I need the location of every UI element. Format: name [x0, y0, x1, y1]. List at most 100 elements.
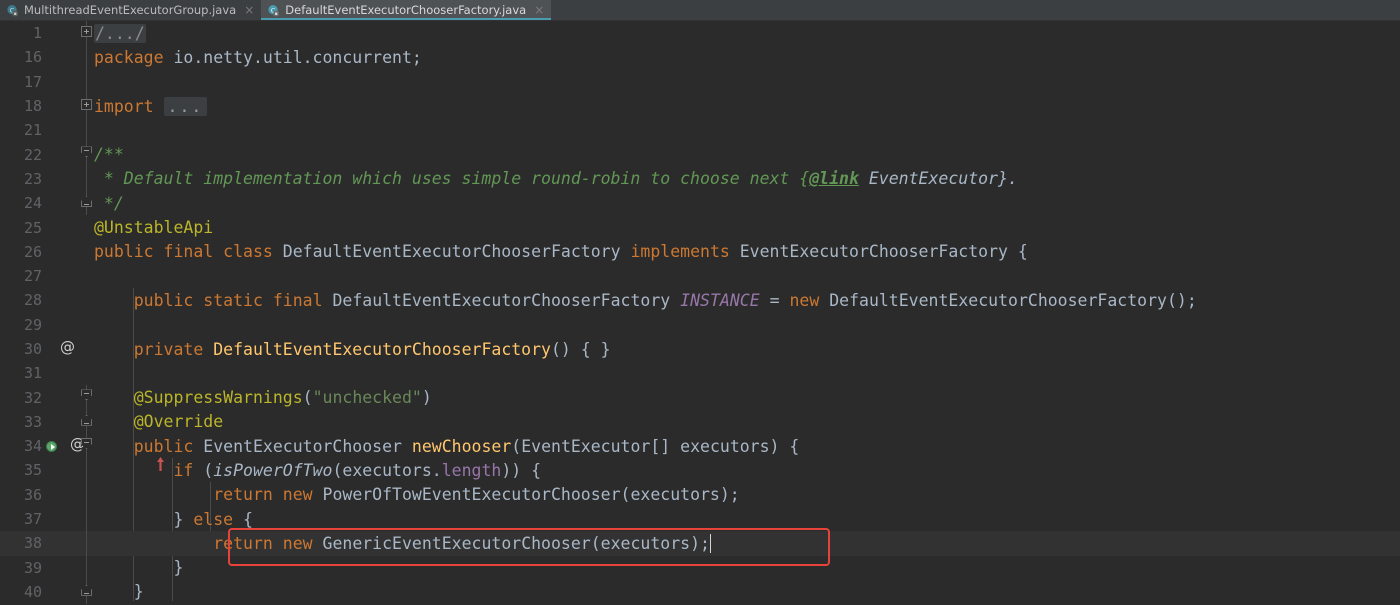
gutter-markers[interactable] — [46, 143, 80, 167]
fold-collapse-end-icon[interactable] — [81, 196, 92, 208]
code-line[interactable]: 22 /** — [0, 142, 1400, 167]
line-number: 40 — [23, 582, 42, 601]
gutter-markers[interactable] — [46, 580, 80, 604]
fold-collapse-end-icon[interactable] — [81, 584, 92, 596]
gutter-markers[interactable] — [46, 458, 80, 482]
line-number: 30 — [23, 340, 42, 358]
code-line[interactable]: 18 import ... — [0, 93, 1400, 119]
gutter-markers[interactable] — [46, 483, 80, 507]
code-line[interactable]: 24 */ — [0, 191, 1400, 216]
code-line[interactable]: 29 — [0, 313, 1400, 337]
line-number: 23 — [23, 169, 42, 188]
gutter-markers[interactable] — [46, 167, 80, 191]
tab-multithread-event-executor-group[interactable]: C MultithreadEventExecutorGroup.java × — [0, 0, 262, 20]
fold-column[interactable] — [80, 579, 94, 605]
fold-column[interactable] — [80, 361, 94, 385]
gutter-markers[interactable] — [46, 45, 80, 69]
gutter-markers[interactable] — [46, 21, 80, 45]
fold-column[interactable] — [80, 118, 94, 143]
gutter-markers[interactable] — [46, 70, 80, 94]
gutter-markers[interactable] — [46, 313, 80, 337]
tab-default-event-executor-chooser-factory[interactable]: C DefaultEventExecutorChooserFactory.jav… — [261, 0, 552, 20]
fold-collapse-icon[interactable] — [81, 146, 92, 158]
fold-column[interactable] — [80, 191, 94, 216]
code-line[interactable]: 34 @ public EventExecutorChooser newChoo… — [0, 434, 1400, 472]
fold-column[interactable] — [80, 215, 94, 239]
gutter-markers[interactable] — [46, 118, 80, 142]
gutter-markers[interactable] — [46, 94, 80, 118]
fold-column[interactable] — [80, 45, 94, 70]
fold-collapse-icon[interactable] — [81, 438, 92, 450]
code-line[interactable]: 31 — [0, 361, 1400, 385]
gutter-markers[interactable] — [46, 556, 80, 580]
fold-column[interactable] — [80, 288, 94, 312]
code-text: private DefaultEventExecutorChooserFacto… — [133, 339, 611, 359]
fold-column[interactable] — [80, 385, 94, 410]
code-line[interactable]: 28 public static final DefaultEventExecu… — [0, 288, 1400, 312]
line-number: 36 — [23, 485, 42, 504]
fold-line — [86, 118, 87, 143]
code-line[interactable]: 30 @ private DefaultEventExecutorChooser… — [0, 337, 1400, 361]
code-line[interactable]: 32 @SuppressWarnings("unchecked") — [0, 385, 1400, 410]
code-line[interactable]: 21 — [0, 118, 1400, 143]
fold-column[interactable] — [80, 240, 94, 264]
gutter-markers[interactable] — [46, 216, 80, 240]
close-icon[interactable]: × — [244, 4, 254, 16]
gutter-markers[interactable] — [46, 191, 80, 215]
line-number: 34 — [23, 437, 42, 456]
gutter-markers[interactable] — [46, 386, 80, 410]
code-line-highlighted[interactable]: 38 return new GenericEventExecutorChoose… — [0, 531, 1400, 556]
code-line[interactable]: 23 * Default implementation which uses s… — [0, 166, 1400, 192]
code-line[interactable]: 1 /.../ — [0, 21, 1400, 46]
gutter-markers[interactable]: @ — [46, 337, 80, 361]
fold-column[interactable] — [80, 69, 94, 94]
fold-column[interactable] — [80, 434, 94, 459]
fold-expand-icon[interactable] — [81, 26, 92, 37]
gutter-markers[interactable] — [46, 410, 80, 434]
implemented-method-arrow-icon[interactable] — [59, 437, 165, 472]
code-line[interactable]: 40 } — [0, 579, 1400, 605]
run-gutter-icon[interactable] — [46, 441, 57, 453]
fold-column[interactable] — [80, 264, 94, 288]
gutter-markers[interactable] — [46, 240, 80, 264]
gutter-markers[interactable] — [46, 264, 80, 288]
gutter-markers[interactable] — [46, 288, 80, 312]
gutter-markers[interactable] — [46, 361, 80, 385]
line-number: 32 — [23, 388, 42, 407]
fold-column[interactable] — [80, 409, 94, 435]
java-class-file-icon: C — [267, 4, 280, 17]
fold-column[interactable] — [80, 555, 94, 580]
gutter-markers[interactable] — [46, 531, 80, 555]
fold-column[interactable] — [80, 93, 94, 119]
code-line[interactable]: 36 return new PowerOfTowEventExecutorCho… — [0, 482, 1400, 507]
fold-column[interactable] — [80, 21, 94, 46]
code-editor[interactable]: 1 /.../ 16 package io.netty.util.concurr… — [0, 21, 1400, 605]
tab-label: MultithreadEventExecutorGroup.java — [24, 3, 237, 17]
gutter-markers[interactable] — [46, 507, 80, 531]
fold-column[interactable] — [80, 337, 94, 361]
code-line[interactable]: 39 } — [0, 555, 1400, 580]
overridden-member-at-icon[interactable]: @ — [60, 340, 75, 355]
fold-collapse-end-icon[interactable] — [81, 414, 92, 426]
fold-column[interactable] — [80, 313, 94, 337]
folded-imports[interactable]: ... — [163, 96, 208, 116]
fold-column[interactable] — [80, 166, 94, 192]
folded-region-comment[interactable]: /.../ — [94, 23, 146, 43]
code-line[interactable]: 33 @Override — [0, 409, 1400, 435]
code-line[interactable]: 16 package io.netty.util.concurrent; — [0, 45, 1400, 70]
fold-collapse-icon[interactable] — [81, 389, 92, 401]
close-icon[interactable]: × — [534, 4, 544, 16]
fold-column[interactable] — [80, 458, 94, 483]
fold-expand-icon[interactable] — [81, 98, 92, 110]
code-line[interactable]: 25 @UnstableApi — [0, 215, 1400, 239]
fold-column[interactable] — [80, 142, 94, 167]
code-line[interactable]: 37 } else { — [0, 506, 1400, 532]
code-line[interactable]: 27 — [0, 264, 1400, 288]
code-line[interactable]: 26 public final class DefaultEventExecut… — [0, 240, 1400, 264]
code-line[interactable]: 17 — [0, 69, 1400, 94]
gutter-markers[interactable]: @ — [46, 434, 165, 472]
code-line[interactable]: 35 if (isPowerOfTwo(executors.length)) { — [0, 458, 1400, 483]
fold-column[interactable] — [80, 531, 94, 556]
fold-column[interactable] — [80, 506, 94, 532]
fold-column[interactable] — [80, 482, 94, 507]
